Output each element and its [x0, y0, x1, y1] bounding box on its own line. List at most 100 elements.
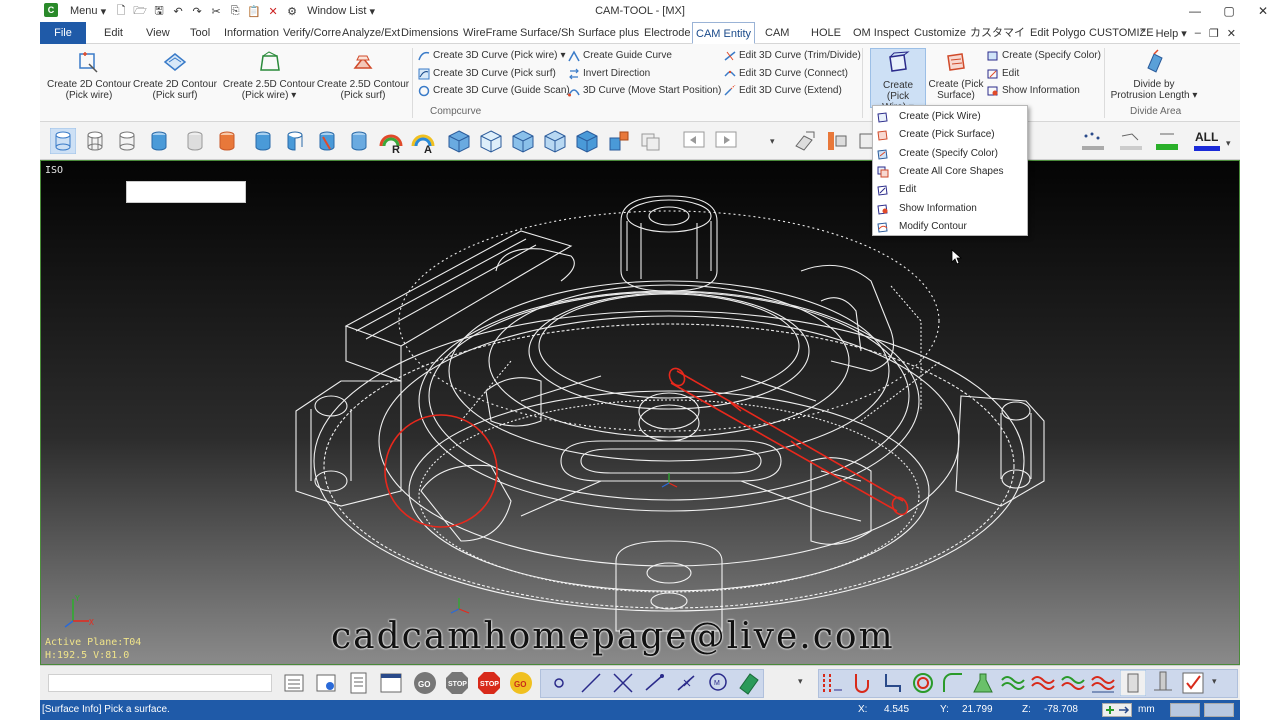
- display-shaded-icon[interactable]: [50, 128, 76, 154]
- view-front-icon[interactable]: [510, 128, 536, 154]
- menu-item-create-all-core-shapes[interactable]: Create All Core Shapes: [873, 163, 1027, 181]
- cam-hook-icon[interactable]: [880, 670, 906, 696]
- redo-icon[interactable]: ↷: [189, 3, 205, 19]
- create-3d-curve-guide-scan-button[interactable]: Create 3D Curve (Guide Scan): [418, 83, 570, 99]
- cam-wave-mixed-icon[interactable]: [1060, 670, 1086, 696]
- create-pick-wire-button[interactable]: Create (Pick Wire) ▾: [870, 48, 926, 113]
- cam-flask-icon[interactable]: [970, 670, 996, 696]
- tab-surface-shape[interactable]: Surface/Sha: [520, 22, 574, 44]
- create-2d-contour-pick-surf-button[interactable]: Create 2D Contour (Pick surf): [132, 48, 218, 108]
- select-overflow-icon[interactable]: ▾: [1226, 138, 1231, 149]
- toolbar-overflow-icon[interactable]: ▾: [770, 136, 775, 147]
- cam-dashed-icon[interactable]: [820, 670, 846, 696]
- graphics-viewport[interactable]: ISO Y X Active Plane:T04 H:192.5 V:81.0 …: [40, 160, 1240, 665]
- window-list-button[interactable]: Window List ▾: [303, 3, 379, 19]
- help-button[interactable]: Help ▾: [1156, 27, 1187, 40]
- menu-item-create-pick-surface[interactable]: Create (Pick Surface): [873, 126, 1027, 144]
- tab-information[interactable]: Information: [224, 22, 279, 44]
- display-render-r-icon[interactable]: R: [378, 128, 404, 154]
- layer-color-icon[interactable]: [824, 128, 850, 154]
- select-color-green-icon[interactable]: [1154, 128, 1180, 154]
- tab-edit-polygon[interactable]: Edit Polygor: [1030, 22, 1086, 44]
- tab-cam-entity[interactable]: CAM Entity: [692, 22, 756, 44]
- paste-icon[interactable]: 📋: [246, 3, 262, 19]
- tab-dimensions[interactable]: Dimensions: [401, 22, 458, 44]
- tab-file[interactable]: File: [40, 22, 86, 44]
- select-shape-icon[interactable]: [1118, 128, 1144, 154]
- open-folder-icon[interactable]: 🗁: [132, 3, 148, 19]
- new-file-icon[interactable]: 🗋: [113, 3, 129, 19]
- tab-wireframe[interactable]: WireFrame: [463, 22, 517, 44]
- create-specify-color-button[interactable]: Create (Specify Color): [987, 48, 1101, 64]
- cam-wave-blue-icon[interactable]: [1090, 670, 1116, 696]
- menu-item-create-pick-wire[interactable]: Create (Pick Wire): [873, 108, 1027, 126]
- snap-mode-indicator[interactable]: [1102, 703, 1132, 717]
- cam-overflow-icon[interactable]: ▾: [1212, 676, 1217, 687]
- tab-edit[interactable]: Edit: [104, 22, 123, 44]
- tab-om-inspect[interactable]: OM Inspect: [853, 22, 909, 44]
- settings-icon[interactable]: ⚙: [284, 3, 300, 19]
- mdi-restore-icon[interactable]: ❐: [1209, 27, 1219, 40]
- invert-direction-button[interactable]: Invert Direction: [568, 66, 650, 82]
- menu-item-modify-contour[interactable]: Modify Contour: [873, 218, 1027, 236]
- display-render-a-icon[interactable]: A: [410, 128, 436, 154]
- menu-item-edit[interactable]: Edit: [873, 181, 1027, 199]
- ribbon-collapse-icon[interactable]: ⌃: [1138, 27, 1147, 40]
- select-all-label[interactable]: ALL: [1195, 130, 1218, 144]
- view-redo-icon[interactable]: [714, 128, 740, 154]
- close-button[interactable]: ✕: [1246, 0, 1280, 22]
- entity-properties-icon[interactable]: [314, 670, 340, 696]
- display-hidden-line-icon[interactable]: [114, 128, 140, 154]
- view-copy-icon[interactable]: [638, 128, 664, 154]
- cam-check-icon[interactable]: [1180, 670, 1206, 696]
- snap-midpoint-icon[interactable]: [674, 670, 700, 696]
- delete-icon[interactable]: ✕: [265, 3, 281, 19]
- save-icon[interactable]: 🖫: [151, 3, 167, 19]
- view-undo-icon[interactable]: [682, 128, 708, 154]
- copy-icon[interactable]: ⎘: [227, 3, 243, 19]
- view-left-icon[interactable]: [574, 128, 600, 154]
- snap-center-icon[interactable]: M: [706, 670, 732, 696]
- edit-3d-curve-trim-button[interactable]: Edit 3D Curve (Trim/Divide): [724, 48, 861, 64]
- display-solid-blue-icon[interactable]: [146, 128, 172, 154]
- view-custom-icon[interactable]: [606, 128, 632, 154]
- view-right-icon[interactable]: [542, 128, 568, 154]
- stop-red-icon[interactable]: STOP: [476, 670, 502, 696]
- tab-view[interactable]: View: [146, 22, 170, 44]
- document-icon[interactable]: [346, 670, 372, 696]
- tab-customize[interactable]: Customize: [914, 22, 966, 44]
- go-icon[interactable]: GO: [412, 670, 438, 696]
- tab-surface-plus[interactable]: Surface plus: [578, 22, 639, 44]
- display-mixed-icon[interactable]: [282, 128, 308, 154]
- edit-3d-curve-connect-button[interactable]: Edit 3D Curve (Connect): [724, 66, 848, 82]
- move-start-position-button[interactable]: 3D Curve (Move Start Position): [568, 83, 721, 99]
- create-3d-curve-pick-surf-button[interactable]: Create 3D Curve (Pick surf): [418, 66, 556, 82]
- tab-electrode[interactable]: Electrode: [644, 22, 690, 44]
- entity-list-icon[interactable]: [282, 670, 308, 696]
- create-3d-curve-pick-wire-button[interactable]: Create 3D Curve (Pick wire) ▾: [418, 48, 566, 64]
- tab-cam[interactable]: CAM: [765, 22, 789, 44]
- snap-surface-icon[interactable]: [736, 670, 762, 696]
- core-show-information-button[interactable]: Show Information: [987, 83, 1080, 99]
- display-orange-icon[interactable]: [214, 128, 240, 154]
- window-list-icon[interactable]: [378, 670, 404, 696]
- cam-wave-red-icon[interactable]: [1030, 670, 1056, 696]
- command-input[interactable]: [48, 674, 272, 692]
- tab-analyze[interactable]: Analyze/Ext: [342, 22, 400, 44]
- minimize-button[interactable]: —: [1178, 0, 1212, 22]
- display-wireframe-icon[interactable]: [82, 128, 108, 154]
- tab-customize-jp[interactable]: カスタマイ: [970, 22, 1025, 44]
- maximize-button[interactable]: ▢: [1212, 0, 1246, 22]
- mdi-close-icon[interactable]: ✕: [1227, 27, 1236, 40]
- view-top-icon[interactable]: [478, 128, 504, 154]
- undo-icon[interactable]: ↶: [170, 3, 186, 19]
- layer-icon[interactable]: [792, 128, 818, 154]
- snap-line-icon[interactable]: [578, 670, 604, 696]
- create-guide-curve-button[interactable]: Create Guide Curve: [568, 48, 672, 64]
- menu-item-show-information[interactable]: Show Information: [873, 199, 1027, 217]
- stop-gray-icon[interactable]: STOP: [444, 670, 470, 696]
- snap-endpoint-icon[interactable]: [642, 670, 668, 696]
- snap-point-icon[interactable]: [546, 670, 572, 696]
- display-blue-solid-icon[interactable]: [250, 128, 276, 154]
- view-iso-icon[interactable]: [446, 128, 472, 154]
